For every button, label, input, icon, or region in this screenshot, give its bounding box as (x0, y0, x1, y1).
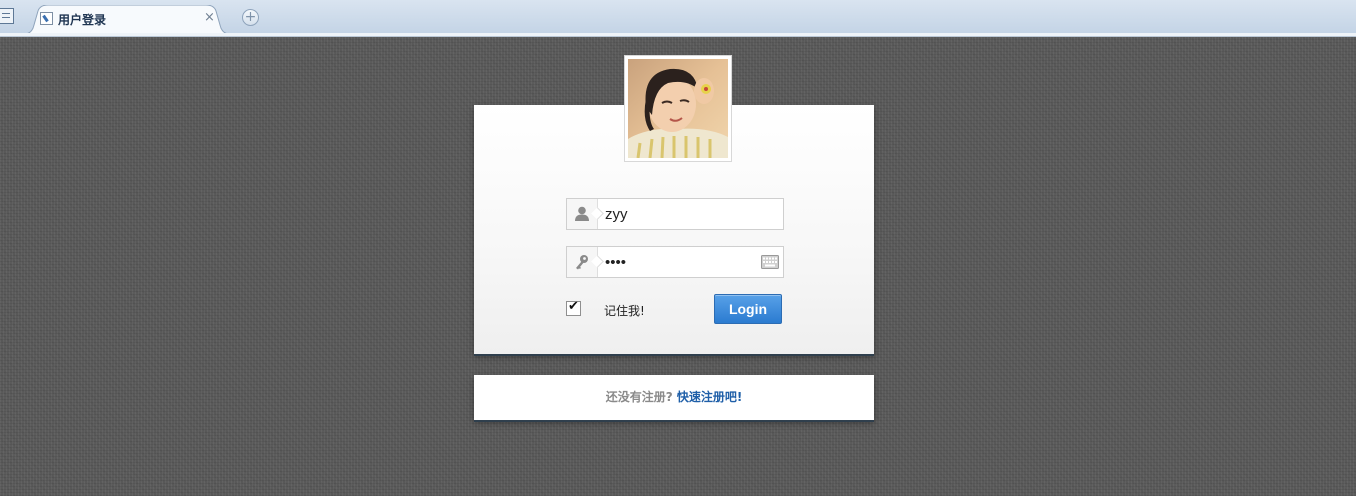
key-icon-graphic (576, 255, 588, 270)
user-icon-graphic (575, 206, 589, 221)
remember-me-label: 记住我! (604, 304, 645, 318)
keyboard-icon[interactable] (761, 255, 779, 269)
avatar-photo (628, 59, 728, 158)
login-button[interactable]: Login (714, 294, 782, 324)
browser-tab-bar: 用户登录 × + (0, 0, 1356, 34)
remember-me-checkbox[interactable]: ✔ (566, 299, 581, 316)
key-icon (567, 247, 598, 277)
tab-title: 用户登录 (58, 13, 107, 27)
register-prompt: 还没有注册? (605, 390, 677, 404)
register-panel: 还没有注册? 快速注册吧! (474, 375, 874, 420)
tab-user-login[interactable]: 用户登录 × (24, 5, 230, 34)
password-field[interactable] (566, 246, 784, 278)
username-input[interactable] (605, 203, 755, 225)
register-link[interactable]: 快速注册吧! (677, 390, 742, 404)
username-field[interactable] (566, 198, 784, 230)
page-favicon-icon (40, 12, 53, 25)
tab-bar-underline (0, 33, 1356, 37)
page-menu-icon[interactable] (0, 8, 14, 24)
password-input[interactable] (605, 251, 755, 273)
new-tab-button[interactable]: + (242, 9, 259, 26)
user-icon (567, 199, 598, 229)
tab-shape (24, 5, 230, 34)
checkmark-icon: ✔ (568, 299, 579, 314)
user-avatar (624, 55, 732, 162)
tab-close-icon[interactable]: × (204, 10, 215, 25)
